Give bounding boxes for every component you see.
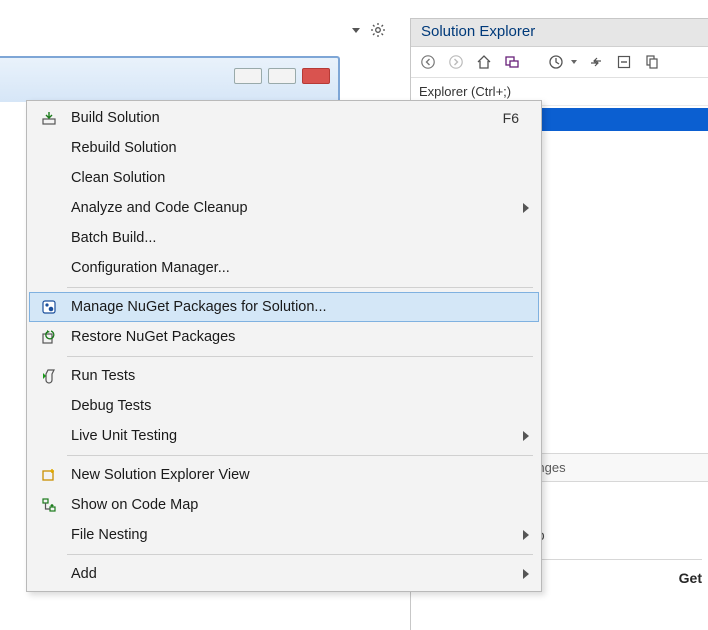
window-control-buttons xyxy=(234,68,330,84)
toolbar-dropdown-icon[interactable] xyxy=(352,28,360,33)
menu-separator xyxy=(67,554,533,555)
menu-build-solution[interactable]: Build Solution F6 xyxy=(29,103,539,133)
menu-run-tests[interactable]: Run Tests xyxy=(29,361,539,391)
menu-rebuild-solution[interactable]: Rebuild Solution xyxy=(29,133,539,163)
submenu-arrow-icon xyxy=(523,569,529,579)
designer-preview xyxy=(0,56,340,102)
menu-add[interactable]: Add xyxy=(29,559,539,589)
switch-views-icon[interactable] xyxy=(503,53,521,71)
menu-separator xyxy=(67,356,533,357)
menu-debug-tests[interactable]: Debug Tests xyxy=(29,391,539,421)
search-hint-text: Explorer (Ctrl+;) xyxy=(419,84,511,99)
solution-explorer-toolbar xyxy=(411,47,708,78)
build-icon xyxy=(35,108,63,128)
close-icon xyxy=(302,68,330,84)
home-icon[interactable] xyxy=(475,53,493,71)
menu-clean-solution[interactable]: Clean Solution xyxy=(29,163,539,193)
code-map-icon xyxy=(35,495,63,515)
nav-forward-icon[interactable] xyxy=(447,53,465,71)
menu-live-unit-testing[interactable]: Live Unit Testing xyxy=(29,421,539,451)
maximize-icon xyxy=(268,68,296,84)
menu-separator xyxy=(67,455,533,456)
gear-icon[interactable] xyxy=(370,22,386,38)
shortcut-text: F6 xyxy=(503,110,529,126)
menu-restore-nuget[interactable]: Restore NuGet Packages xyxy=(29,322,539,352)
solution-context-menu: Build Solution F6 Rebuild Solution Clean… xyxy=(26,100,542,592)
minimize-icon xyxy=(234,68,262,84)
show-all-files-icon[interactable] xyxy=(643,53,661,71)
menu-separator xyxy=(67,287,533,288)
nav-back-icon[interactable] xyxy=(419,53,437,71)
nuget-icon xyxy=(35,297,63,317)
menu-analyze-cleanup[interactable]: Analyze and Code Cleanup xyxy=(29,193,539,223)
submenu-arrow-icon xyxy=(523,530,529,540)
menu-file-nesting[interactable]: File Nesting xyxy=(29,520,539,550)
menu-batch-build[interactable]: Batch Build... xyxy=(29,223,539,253)
menu-show-code-map[interactable]: Show on Code Map xyxy=(29,490,539,520)
chevron-down-icon[interactable] xyxy=(571,60,577,64)
run-tests-icon xyxy=(35,366,63,386)
restore-packages-icon xyxy=(35,327,63,347)
menu-configuration-manager[interactable]: Configuration Manager... xyxy=(29,253,539,283)
menu-new-solution-view[interactable]: New Solution Explorer View xyxy=(29,460,539,490)
submenu-arrow-icon xyxy=(523,203,529,213)
new-view-icon xyxy=(35,465,63,485)
sync-icon[interactable] xyxy=(587,53,605,71)
solution-explorer-title: Solution Explorer xyxy=(411,19,708,47)
menu-manage-nuget[interactable]: Manage NuGet Packages for Solution... xyxy=(29,292,539,322)
submenu-arrow-icon xyxy=(523,431,529,441)
collapse-all-icon[interactable] xyxy=(615,53,633,71)
pending-changes-filter-icon[interactable] xyxy=(547,53,565,71)
